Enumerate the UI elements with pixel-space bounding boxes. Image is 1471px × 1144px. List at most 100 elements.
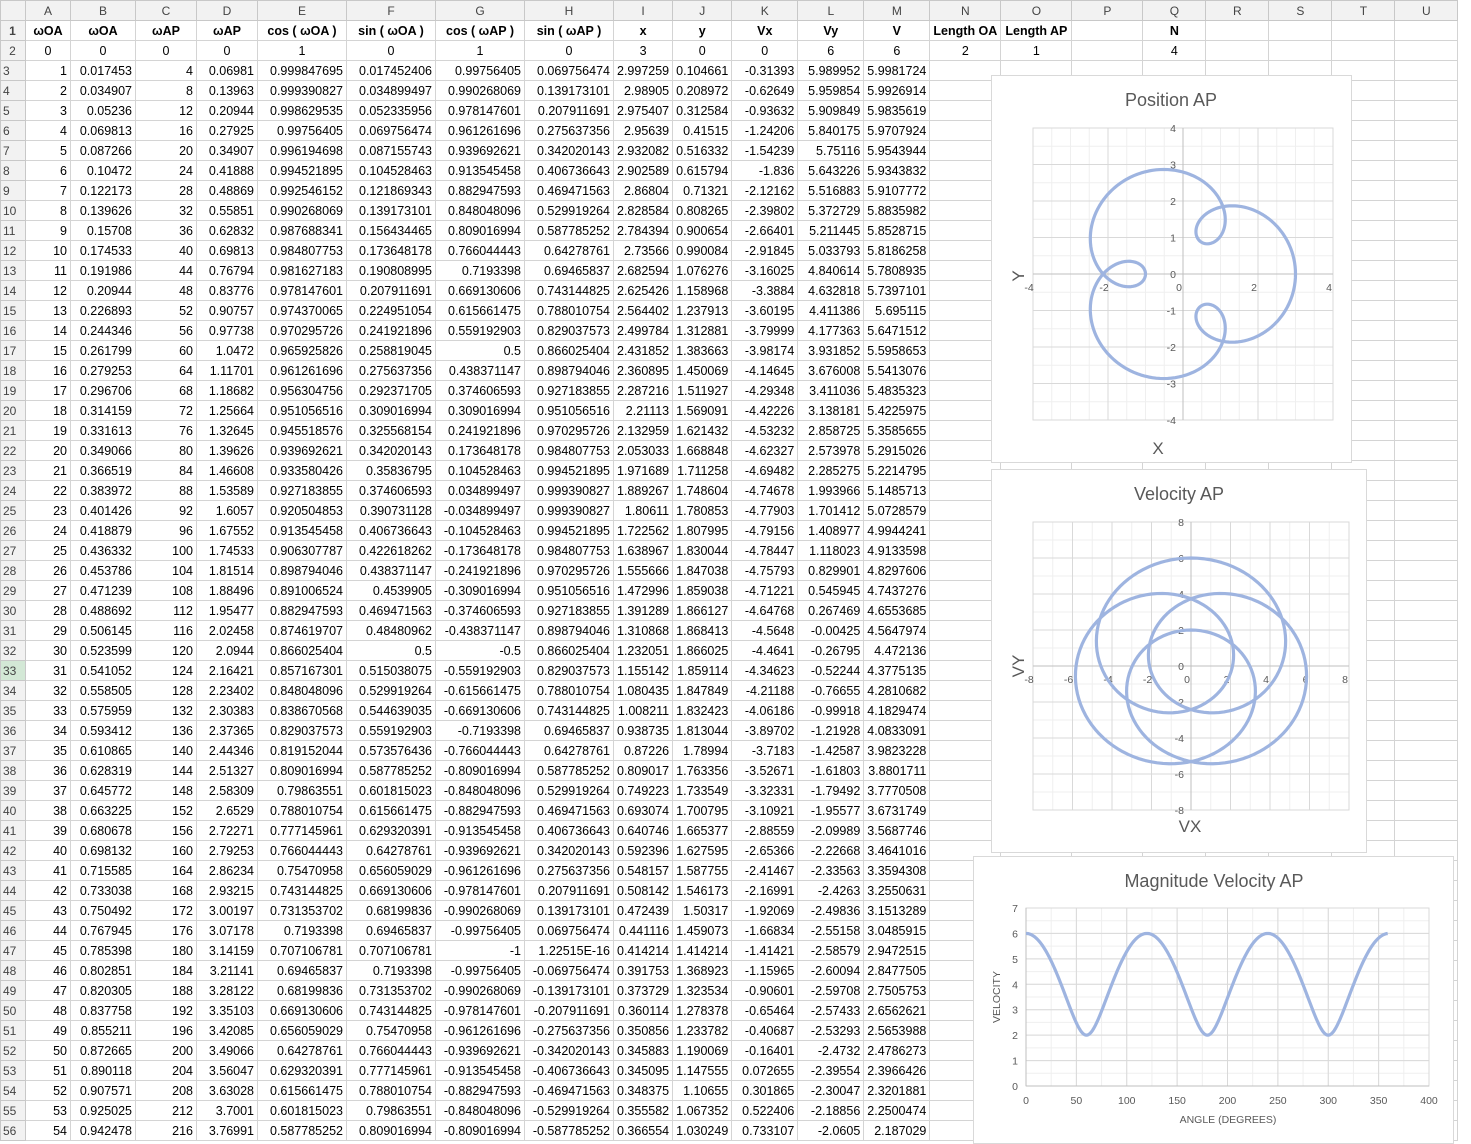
cell[interactable]: 2.997259	[612, 60, 674, 81]
cell[interactable]: 1.53589	[196, 480, 258, 501]
cell[interactable]: 0.743144825	[346, 1000, 436, 1021]
cell[interactable]: 0.669130606	[435, 280, 525, 301]
cell[interactable]: 0	[524, 40, 614, 61]
cell[interactable]: 0.99756405	[435, 60, 525, 81]
cell[interactable]: 128	[135, 680, 197, 701]
cell[interactable]: 0.558505	[70, 680, 136, 701]
cell[interactable]: 0.373729	[612, 980, 674, 1001]
cell[interactable]: 1.847038	[672, 560, 733, 581]
cell[interactable]: 0.292371705	[346, 380, 436, 401]
cell[interactable]: 0.349066	[70, 440, 136, 461]
cell[interactable]: 0.927183855	[524, 380, 614, 401]
cell[interactable]: 3.00197	[196, 900, 258, 921]
cell[interactable]: -2.18856	[797, 1100, 865, 1121]
cell[interactable]: 4.6553685	[863, 600, 931, 621]
row-header[interactable]: 49	[0, 980, 26, 1001]
cell[interactable]: 0.41515	[672, 120, 733, 141]
cell[interactable]: 0.629320391	[257, 1060, 347, 1081]
cell[interactable]: 1.0472	[196, 340, 258, 361]
cell[interactable]: 1.722562	[612, 520, 674, 541]
cell[interactable]: -3.16025	[731, 260, 799, 281]
cell[interactable]: 5.6471512	[863, 320, 931, 341]
cell[interactable]: 2.932082	[612, 140, 674, 161]
cell[interactable]: 3.8801711	[863, 760, 931, 781]
cell[interactable]	[1205, 20, 1270, 41]
cell[interactable]: 0.190808995	[346, 260, 436, 281]
cell[interactable]: 1	[257, 40, 347, 61]
cell[interactable]	[1394, 320, 1459, 341]
cell[interactable]	[1268, 20, 1333, 41]
cell[interactable]: 0.669130606	[346, 880, 436, 901]
cell[interactable]: 0.872665	[70, 1040, 136, 1061]
cell[interactable]: 0.994521895	[524, 460, 614, 481]
cell[interactable]: 1.665377	[672, 820, 733, 841]
row-header[interactable]: 33	[0, 660, 26, 681]
cell[interactable]: 3.7001	[196, 1100, 258, 1121]
cell[interactable]: 0.99756405	[257, 120, 347, 141]
row-header[interactable]: 14	[0, 280, 26, 301]
cell[interactable]: 0.325568154	[346, 420, 436, 441]
cell[interactable]: 0.615661475	[435, 300, 525, 321]
cell[interactable]: 0.733038	[70, 880, 136, 901]
cell[interactable]: 0.348375	[612, 1080, 674, 1101]
cell[interactable]: 0.13963	[196, 80, 258, 101]
cell[interactable]: 0.017452406	[346, 60, 436, 81]
cell[interactable]: 0.034899497	[435, 480, 525, 501]
cell[interactable]: 1.95477	[196, 600, 258, 621]
cell[interactable]: 0.48480962	[346, 620, 436, 641]
cell[interactable]: 0.990268069	[435, 80, 525, 101]
cell[interactable]: 92	[135, 500, 197, 521]
cell[interactable]: 0.788010754	[346, 1080, 436, 1101]
cell[interactable]: 68	[135, 380, 197, 401]
cell[interactable]: 2.828584	[612, 200, 674, 221]
cell[interactable]: 5.8528715	[863, 220, 931, 241]
cell[interactable]	[1394, 420, 1459, 441]
cell[interactable]: 2.30383	[196, 700, 258, 721]
cell[interactable]: -4.5648	[731, 620, 799, 641]
row-header[interactable]: 19	[0, 380, 26, 401]
cell[interactable]	[1394, 540, 1459, 561]
cell[interactable]: 2.23402	[196, 680, 258, 701]
cell[interactable]: 3.42085	[196, 1020, 258, 1041]
cell[interactable]: 64	[135, 360, 197, 381]
row-header[interactable]: 54	[0, 1080, 26, 1101]
cell[interactable]: 0.069756474	[524, 60, 614, 81]
cell[interactable]	[1394, 20, 1459, 41]
cell[interactable]: 1.813044	[672, 720, 733, 741]
cell[interactable]: -0.5	[435, 640, 525, 661]
cell[interactable]: 1.830044	[672, 540, 733, 561]
cell[interactable]: -2.49836	[797, 900, 865, 921]
cell[interactable]: 0.592396	[612, 840, 674, 861]
cell[interactable]: 0.559192903	[346, 720, 436, 741]
cell[interactable]: 0.743144825	[257, 880, 347, 901]
cell[interactable]: 1.067352	[672, 1100, 733, 1121]
cell[interactable]: 0.707106781	[346, 940, 436, 961]
cell[interactable]: -4.79156	[731, 520, 799, 541]
cell[interactable]: 0.731353702	[346, 980, 436, 1001]
cell[interactable]: 54	[25, 1120, 71, 1141]
cell[interactable]: 0.961261696	[435, 120, 525, 141]
column-header-q[interactable]: Q	[1142, 0, 1207, 21]
cell[interactable]	[1331, 20, 1396, 41]
cell[interactable]: 0	[196, 40, 258, 61]
cell[interactable]: 21	[25, 460, 71, 481]
cell[interactable]: 4.8297606	[863, 560, 931, 581]
cell[interactable]: 2.98905	[612, 80, 674, 101]
cell[interactable]: 3.63028	[196, 1080, 258, 1101]
cell[interactable]: -0.939692621	[435, 840, 525, 861]
cell[interactable]: 4	[1142, 40, 1207, 61]
cell[interactable]: 0	[672, 40, 733, 61]
cell[interactable]: 0.207911691	[524, 880, 614, 901]
cell[interactable]: 0.939692621	[257, 440, 347, 461]
cell[interactable]: 208	[135, 1080, 197, 1101]
cell[interactable]: 1.81514	[196, 560, 258, 581]
velocity-chart[interactable]: -8 -6 -4 -2 0 2 4 6 8 -8 -6 -4 -2 0 2 4 6 8 Velocity AP VX V…	[991, 469, 1367, 853]
cell[interactable]: 0.191986	[70, 260, 136, 281]
row-header[interactable]: 25	[0, 500, 26, 521]
cell[interactable]: 0.866025404	[524, 340, 614, 361]
cell[interactable]: 32	[25, 680, 71, 701]
cell[interactable]: 3.6731749	[863, 800, 931, 821]
cell[interactable]: 0.629320391	[346, 820, 436, 841]
cell[interactable]: 2.7505753	[863, 980, 931, 1001]
cell[interactable]: 1.147555	[672, 1060, 733, 1081]
